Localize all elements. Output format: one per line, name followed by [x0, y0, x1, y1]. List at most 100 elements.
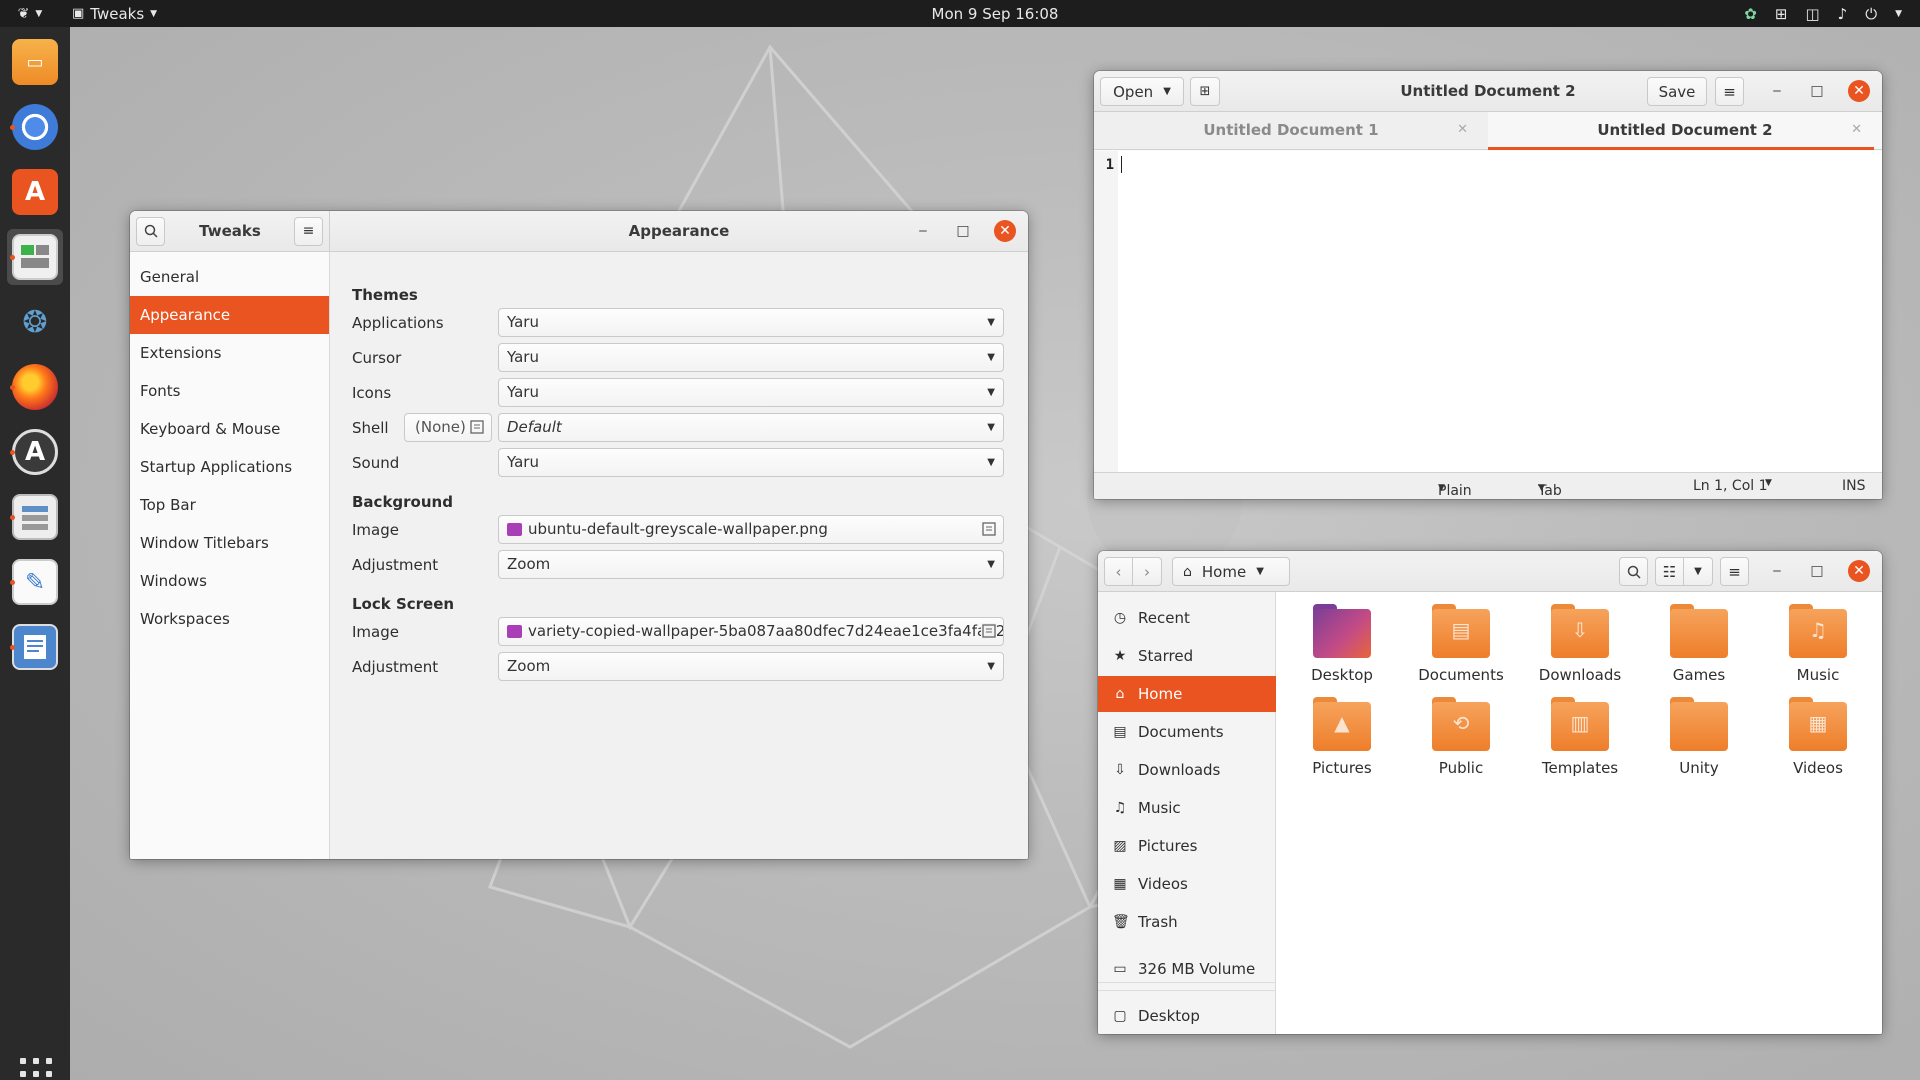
activities-button[interactable]: ❦ ▼ [10, 0, 50, 27]
folder-item[interactable]: ▥ Templates [1525, 697, 1635, 777]
maximize-button[interactable]: □ [1808, 562, 1826, 580]
clipboard-icon[interactable]: ◫ [1805, 5, 1819, 23]
dock-firefox-icon[interactable] [7, 359, 63, 415]
shell-theme-value: Default [507, 418, 562, 436]
chevron-down-icon: ▼ [1256, 566, 1264, 577]
folder-item[interactable]: ⇩ Downloads [1525, 604, 1635, 684]
folder-item[interactable]: Desktop [1287, 604, 1397, 684]
minimize-button[interactable]: ‒ [914, 222, 932, 240]
sidebar-item-keyboard-mouse[interactable]: Keyboard & Mouse [130, 410, 329, 448]
menu-button[interactable]: ≡ [1715, 77, 1744, 106]
background-image-chooser[interactable]: ubuntu-default-greyscale-wallpaper.png [498, 515, 1004, 544]
background-adjustment-combo[interactable]: Zoom ▼ [498, 550, 1004, 579]
minimize-button[interactable]: ‒ [1768, 82, 1786, 100]
location-button[interactable]: ⌂ Home ▼ [1172, 557, 1290, 586]
folder-item[interactable]: ▤ Documents [1406, 604, 1516, 684]
sidebar-item-volume[interactable]: ▭ 326 MB Volume [1098, 951, 1276, 987]
dock-document-viewer-icon[interactable] [7, 619, 63, 675]
sidebar-item-recent[interactable]: ◷ Recent [1098, 600, 1276, 636]
hamburger-icon: ≡ [1728, 562, 1741, 581]
sidebar-item-windows[interactable]: Windows [130, 562, 329, 600]
view-options-button[interactable]: ▼ [1684, 557, 1713, 586]
sidebar-item-general[interactable]: General [130, 258, 329, 296]
dock-file-cabinet-icon[interactable] [7, 489, 63, 545]
forward-button[interactable]: › [1133, 557, 1162, 586]
indicator-applet-icon[interactable]: ✿ [1744, 5, 1757, 23]
search-button[interactable] [1619, 557, 1648, 586]
tab-untitled-document-1[interactable]: Untitled Document 1 ✕ [1094, 112, 1488, 149]
shell-theme-combo[interactable]: Default ▼ [498, 413, 1004, 442]
system-menu-chevron-icon[interactable]: ▼ [1895, 9, 1902, 19]
sidebar-item-trash[interactable]: 🗑 Trash [1098, 904, 1276, 940]
sidebar-item-starred[interactable]: ★ Starred [1098, 638, 1276, 674]
menu-button[interactable]: ≡ [1720, 557, 1749, 586]
lock-screen-adjustment-combo[interactable]: Zoom ▼ [498, 652, 1004, 681]
image-file-icon [507, 625, 522, 638]
dock-tweaks-icon[interactable] [7, 229, 63, 285]
sidebar-item-downloads[interactable]: ⇩ Downloads [1098, 752, 1276, 788]
documents-folder-icon: ▤ [1432, 604, 1490, 658]
background-heading: Background [352, 493, 453, 511]
sidebar-item-music[interactable]: ♫ Music [1098, 790, 1276, 826]
sidebar-item-appearance[interactable]: Appearance [130, 296, 329, 334]
back-button[interactable]: ‹ [1104, 557, 1133, 586]
minimize-button[interactable]: ‒ [1768, 562, 1786, 580]
folder-item[interactable]: ▦ Videos [1763, 697, 1873, 777]
sidebar-item-window-titlebars[interactable]: Window Titlebars [130, 524, 329, 562]
sidebar-item-desktop[interactable]: ▢ Desktop [1098, 998, 1276, 1034]
background-image-label: Image [352, 521, 399, 539]
folder-item[interactable]: ♫ Music [1763, 604, 1873, 684]
dock-chromium-icon[interactable] [7, 99, 63, 155]
tab-close-icon[interactable]: ✕ [1851, 112, 1862, 148]
tab-untitled-document-2[interactable]: Untitled Document 2 ✕ [1488, 112, 1882, 150]
power-icon[interactable]: ⏻ [1865, 5, 1877, 23]
sidebar-item-top-bar[interactable]: Top Bar [130, 486, 329, 524]
app-menu[interactable]: ▣ Tweaks ▼ [72, 5, 157, 23]
shell-file-button[interactable]: (None) [404, 413, 492, 442]
close-button[interactable]: ✕ [1848, 80, 1870, 102]
view-list-button[interactable]: ☷ [1655, 557, 1684, 586]
sound-theme-combo[interactable]: Yaru ▼ [498, 448, 1004, 477]
close-button[interactable]: ✕ [994, 220, 1016, 242]
cursor-theme-combo[interactable]: Yaru ▼ [498, 343, 1004, 372]
folder-item[interactable]: ▲ Pictures [1287, 697, 1397, 777]
cursor-position[interactable]: Ln 1, Col 1 [1693, 478, 1768, 494]
network-icon[interactable]: ⊞ [1775, 5, 1788, 23]
videos-folder-icon: ▦ [1789, 697, 1847, 751]
lock-screen-image-chooser[interactable]: variety-copied-wallpaper-5ba087aa80dfec7… [498, 617, 1004, 646]
dock-text-editor-icon[interactable]: ✎ [7, 554, 63, 610]
tab-close-icon[interactable]: ✕ [1457, 112, 1468, 148]
music-icon: ♫ [1113, 800, 1127, 816]
show-applications-icon[interactable] [20, 1058, 52, 1080]
sidebar-item-fonts[interactable]: Fonts [130, 372, 329, 410]
maximize-button[interactable]: □ [954, 222, 972, 240]
sidebar-item-videos[interactable]: ▦ Videos [1098, 866, 1276, 902]
text-editor-area[interactable]: 1 [1094, 151, 1882, 472]
dock-updater-icon[interactable]: A [7, 424, 63, 480]
applications-theme-combo[interactable]: Yaru ▼ [498, 308, 1004, 337]
insert-mode[interactable]: INS [1842, 478, 1866, 494]
maximize-button[interactable]: □ [1808, 82, 1826, 100]
dock-dragon-icon[interactable]: ❂ [7, 294, 63, 350]
close-button[interactable]: ✕ [1848, 560, 1870, 582]
sidebar-item-pictures[interactable]: ▨ Pictures [1098, 828, 1276, 864]
chevron-down-icon[interactable]: ▼ [1765, 478, 1772, 488]
clock[interactable]: Mon 9 Sep 16:08 [932, 5, 1059, 23]
volume-icon[interactable]: ♪ [1838, 5, 1848, 23]
dock-software-icon[interactable]: A [7, 164, 63, 220]
sidebar-item-workspaces[interactable]: Workspaces [130, 600, 329, 638]
sidebar-item-extensions[interactable]: Extensions [130, 334, 329, 372]
sidebar-item-startup-applications[interactable]: Startup Applications [130, 448, 329, 486]
sidebar-item-documents[interactable]: ▤ Documents [1098, 714, 1276, 750]
dropdown-arrow-icon: ▼ [987, 352, 995, 363]
icons-theme-combo[interactable]: Yaru ▼ [498, 378, 1004, 407]
menu-button[interactable]: ≡ [294, 216, 323, 246]
folder-item[interactable]: ⟲ Public [1406, 697, 1516, 777]
folder-item[interactable]: Unity [1644, 697, 1754, 777]
folder-item[interactable]: Games [1644, 604, 1754, 684]
dropdown-arrow-icon: ▼ [987, 457, 995, 468]
places-sidebar: ◷ Recent ★ Starred ⌂ Home ▤ Documents ⇩ Downl… [1098, 592, 1276, 1034]
save-button[interactable]: Save [1647, 77, 1707, 106]
dock-files-icon[interactable]: ▭ [7, 34, 63, 90]
sidebar-item-home[interactable]: ⌂ Home [1098, 676, 1276, 712]
